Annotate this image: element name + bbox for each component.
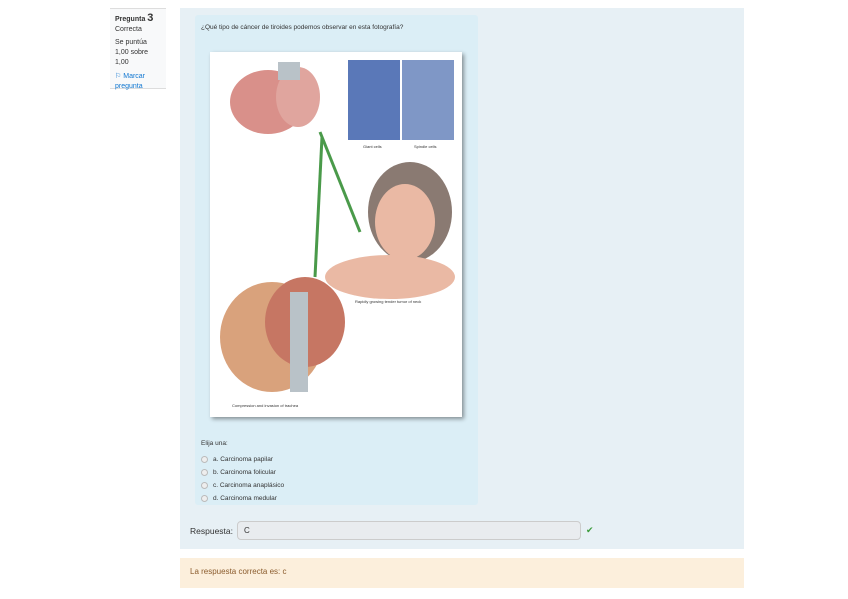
response-row: Respuesta: ✔ (190, 521, 594, 540)
radio-icon (201, 482, 208, 489)
question-info: Pregunta 3 Correcta Se puntúa 1,00 sobre… (110, 8, 166, 92)
flag-question-link[interactable]: ⚐ Marcar pregunta (115, 72, 161, 92)
correct-answer-feedback: La respuesta correcta es: c (180, 558, 744, 588)
radio-icon (201, 469, 208, 476)
caption-neck: Rapidly growing tender tumor of neck (355, 299, 422, 304)
question-state: Correcta (115, 26, 142, 33)
radio-icon (201, 495, 208, 502)
radio-icon (201, 456, 208, 463)
option-a[interactable]: a. Carcinoma papilar (201, 453, 284, 466)
caption-trachea: Compression and invasion of trachea (232, 403, 299, 408)
option-c[interactable]: c. Carcinoma anaplásico (201, 479, 284, 492)
answer-prompt: Elija una: (201, 440, 228, 447)
question-number: Pregunta 3 (115, 12, 154, 24)
option-d[interactable]: d. Carcinoma medular (201, 492, 284, 505)
response-label: Respuesta: (190, 525, 233, 536)
option-b[interactable]: b. Carcinoma folicular (201, 466, 284, 479)
question-content: ¿Qué tipo de cáncer de tiroides podemos … (180, 8, 744, 549)
question-image: Giant cells Spindle cells Rapidly growin… (210, 52, 462, 417)
response-input[interactable] (237, 521, 581, 540)
caption-right-cells: Spindle cells (414, 144, 437, 149)
flag-icon: ⚐ (115, 73, 122, 80)
question-grade: Se puntúa 1,00 sobre 1,00 (115, 39, 149, 66)
check-icon: ✔ (586, 525, 594, 535)
question-text: ¿Qué tipo de cáncer de tiroides podemos … (201, 24, 404, 31)
question-formulation: ¿Qué tipo de cáncer de tiroides podemos … (195, 15, 478, 505)
caption-left-cells: Giant cells (363, 144, 382, 149)
thyroid-illustration (220, 60, 455, 392)
answer-options: a. Carcinoma papilar b. Carcinoma folicu… (201, 453, 284, 505)
